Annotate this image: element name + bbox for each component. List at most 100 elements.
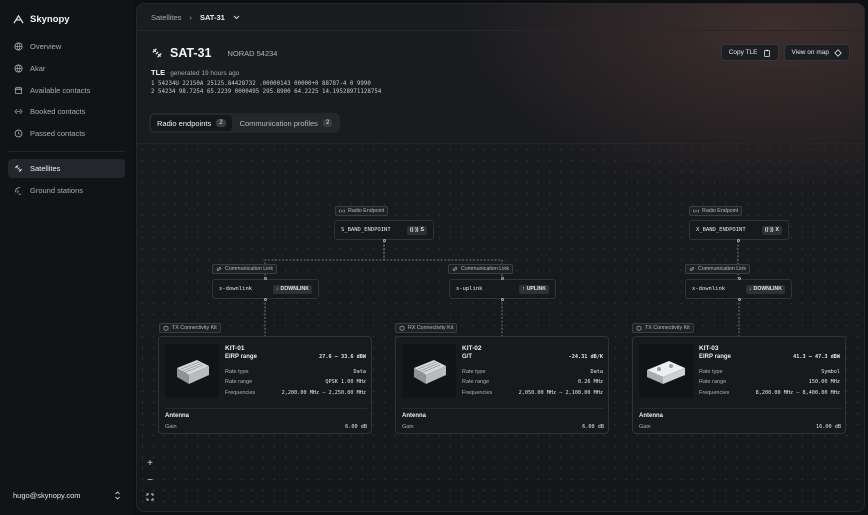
metric-label: EIRP range [225, 354, 257, 361]
tle-header: TLE generated 19 hours ago [151, 68, 239, 77]
kit-gain-row: Gain 6.00 dB [165, 422, 367, 433]
kit-image [639, 344, 693, 398]
copy-tle-label: Copy TLE [728, 49, 758, 56]
node-handle[interactable] [382, 239, 386, 242]
tab-radio-endpoints[interactable]: Radio endpoints 2 [151, 115, 232, 131]
zoom-out-button[interactable]: − [143, 473, 157, 487]
row-value: Data [353, 368, 367, 375]
sidebar-item-available-contacts[interactable]: Available contacts [8, 81, 125, 100]
user-menu[interactable]: hugo@skynopy.com [13, 491, 121, 500]
copy-tle-button[interactable]: Copy TLE [720, 44, 779, 61]
node-handle[interactable] [500, 276, 504, 280]
row-label: Rate range [699, 379, 727, 386]
sidebar-item-label: Akar [30, 63, 46, 73]
kit-antenna: Antenna Gain 6.00 dB [402, 408, 604, 433]
tab-label: Communication profiles [239, 118, 318, 128]
satellite-name: SAT-31 [170, 46, 212, 60]
sidebar-item-booked-contacts[interactable]: Booked contacts [8, 102, 125, 121]
sidebar-item-satellites[interactable]: Satellites [8, 159, 125, 179]
comm-link-s-uplink[interactable]: s-uplink ↑ UPLINK [449, 279, 556, 299]
node-handle[interactable] [263, 297, 267, 301]
tab-count: 2 [216, 119, 226, 127]
kit-card-01[interactable]: KIT-01 EIRP range 27.6 – 33.6 dBW Rate ty… [158, 336, 372, 434]
tag-label: Communication Link [461, 266, 509, 272]
kit-name: KIT-02 [462, 345, 482, 352]
satellite-icon [15, 165, 22, 173]
tab-communication-profiles[interactable]: Communication profiles 2 [234, 115, 339, 131]
metric-value: 41.3 – 47.3 dBW [793, 354, 840, 361]
endpoint-name: S_BAND_ENDPOINT [341, 227, 391, 233]
tag-label: RX Connectivity Kit [408, 325, 454, 331]
metric-value: 27.6 – 33.6 dBW [319, 354, 366, 361]
norad-id: NORAD 54234 [227, 48, 278, 58]
link-icon [689, 267, 695, 271]
view-on-map-label: View on map [791, 49, 829, 56]
kit-frequencies-row: Frequencies 2,200.00 MHz – 2,250.00 MHz [225, 388, 366, 399]
antenna-title: Antenna [402, 413, 426, 419]
sidebar-item-label: Satellites [30, 164, 61, 174]
row-label: Rate type [225, 368, 249, 375]
tabs: Radio endpoints 2 Communication profiles… [149, 113, 341, 133]
kit-image [402, 344, 456, 398]
kit-name: KIT-01 [225, 345, 245, 352]
node-handle[interactable] [737, 297, 741, 301]
main-panel: Satellites › SAT-31 SAT-31 NORAD 54234 C… [136, 3, 865, 512]
sidebar-item-label: Ground stations [30, 185, 83, 195]
tle-line-1: 1 54234U 22150A 25125.84428732 .00000143… [151, 81, 371, 87]
zoom-in-button[interactable]: + [143, 456, 157, 470]
hardware-device-icon [647, 361, 685, 384]
graph-canvas[interactable]: Radio Endpoint S_BAND_ENDPOINT ((·)) S Ra… [137, 143, 864, 511]
ground-station-icon [15, 187, 22, 195]
node-handle[interactable] [500, 297, 504, 301]
sidebar-item-overview[interactable]: Overview [8, 37, 125, 56]
tx-kit-tag: TX Connectivity Kit [159, 323, 221, 333]
sidebar-nav: Overview Akar Available contacts Booked … [8, 37, 125, 203]
tab-label: Radio endpoints [157, 118, 212, 128]
contacts-icon [14, 109, 23, 115]
brand[interactable]: Skynopy [13, 14, 70, 25]
tag-label: Communication Link [698, 266, 746, 272]
kit-frequencies-row: Frequencies 2,050.00 MHz – 2,100.00 MHz [462, 388, 603, 399]
breadcrumb-current: SAT-31 [199, 12, 225, 22]
kit-gain-row: Gain 16.00 dB [639, 422, 841, 433]
node-handle[interactable] [737, 276, 741, 280]
kit-info: KIT-03 EIRP range 41.3 – 47.3 dBW Rate ty… [699, 345, 840, 398]
sidebar-item-label: Passed contacts [30, 129, 86, 139]
view-on-map-button[interactable]: View on map [783, 44, 850, 61]
skynopy-logo-icon [13, 14, 24, 24]
page-title: SAT-31 NORAD 54234 [151, 46, 277, 60]
comm-link-s-downlink[interactable]: s-downlink ↓ DOWNLINK [212, 279, 319, 299]
kit-card-02[interactable]: KIT-02 G/T -24.31 dB/K Rate type Data Rate… [395, 336, 609, 434]
row-value: 8,200.00 MHz – 8,400.00 MHz [755, 389, 840, 396]
node-handle[interactable] [263, 276, 267, 280]
row-label: Gain [402, 424, 414, 431]
band-label: S [420, 227, 424, 233]
tle-label: TLE [151, 68, 166, 77]
direction-label: DOWNLINK [753, 286, 782, 292]
row-label: Rate type [462, 368, 486, 375]
sidebar-item-passed-contacts[interactable]: Passed contacts [8, 124, 125, 143]
row-value: Symbol [821, 368, 840, 375]
chevron-down-icon[interactable] [233, 15, 240, 20]
metric-value: -24.31 dB/K [568, 354, 603, 361]
radio-endpoint-x-band[interactable]: X_BAND_ENDPOINT ((·)) X [689, 220, 789, 240]
box-icon [163, 325, 169, 331]
link-name: s-uplink [456, 286, 483, 292]
node-handle[interactable] [736, 239, 740, 242]
hardware-device-icon [177, 360, 209, 384]
comm-link-x-downlink[interactable]: x-downlink ↓ DOWNLINK [685, 279, 792, 299]
hardware-device-icon [414, 360, 446, 384]
direction-badge: ↓ DOWNLINK [745, 284, 785, 294]
radio-icon: ((·)) [764, 227, 774, 233]
kit-card-03[interactable]: KIT-03 EIRP range 41.3 – 47.3 dBW Rate ty… [632, 336, 846, 434]
breadcrumb-parent[interactable]: Satellites [151, 13, 181, 22]
link-icon [452, 267, 458, 271]
sidebar-item-akar[interactable]: Akar [8, 59, 125, 78]
fit-view-button[interactable] [143, 490, 157, 504]
row-value: QPSK 1.00 MHz [325, 379, 366, 386]
radio-endpoint-s-band[interactable]: S_BAND_ENDPOINT ((·)) S [334, 220, 434, 240]
row-value: 150.00 MHz [808, 379, 840, 386]
row-label: Frequencies [699, 389, 730, 396]
user-email: hugo@skynopy.com [13, 491, 81, 500]
sidebar-item-ground-stations[interactable]: Ground stations [8, 181, 125, 200]
